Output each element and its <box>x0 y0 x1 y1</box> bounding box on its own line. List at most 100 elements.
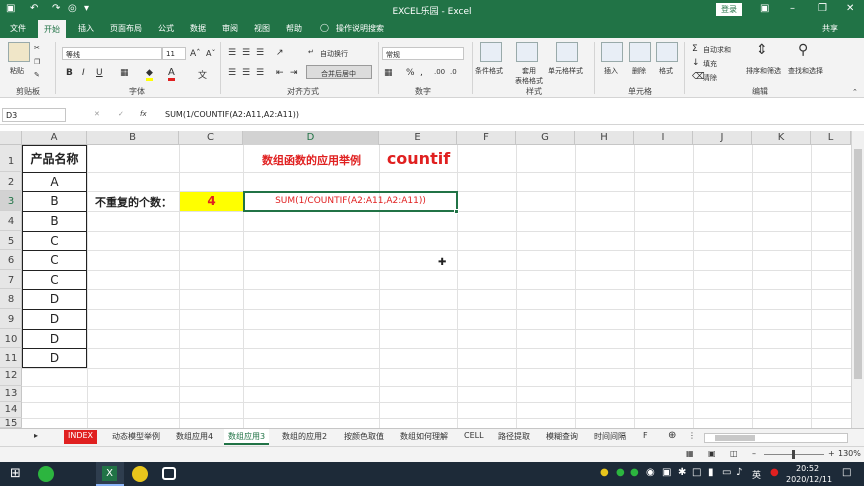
delete-cells-icon[interactable] <box>629 42 651 62</box>
column-header[interactable]: F <box>457 131 516 145</box>
fill-button[interactable]: 填充 <box>703 59 717 69</box>
app-icon[interactable] <box>132 466 148 482</box>
merge-center-box[interactable]: 合并后居中 <box>306 65 372 79</box>
tray-speech-icon[interactable]: ◉ <box>646 467 655 478</box>
zoom-level[interactable]: 130% <box>838 449 861 458</box>
page-break-view-icon[interactable]: ◫ <box>730 449 738 458</box>
format-painter-icon[interactable]: ✎ <box>34 71 40 79</box>
select-all-corner[interactable] <box>0 131 22 145</box>
comma-icon[interactable]: , <box>420 68 423 78</box>
tab-home[interactable]: 开始 <box>38 20 66 38</box>
tab-review[interactable]: 审阅 <box>222 23 238 34</box>
cell-B3[interactable]: 不重复的个数： <box>88 194 179 210</box>
horizontal-scroll-thumb[interactable] <box>715 435 755 441</box>
table-format-icon[interactable] <box>516 42 538 62</box>
sheet-tab[interactable]: 数组如何理解 <box>400 431 448 442</box>
wechat-icon[interactable] <box>38 466 54 482</box>
fill-icon[interactable]: ↓ <box>692 58 700 68</box>
sheet-tab[interactable]: 时间间隔 <box>594 431 626 442</box>
number-format-select[interactable]: 常规 <box>382 47 464 60</box>
cell-C3[interactable]: 4 <box>180 192 243 211</box>
cell-style-button[interactable]: 单元格样式 <box>548 66 583 76</box>
italic-icon[interactable]: I <box>82 68 85 78</box>
increase-indent-icon[interactable]: ⇥ <box>290 68 298 78</box>
align-top-icon[interactable]: ☰ <box>228 48 236 58</box>
sort-filter-button[interactable]: 排序和筛选 <box>746 66 781 76</box>
row-header[interactable]: 11 <box>0 348 22 368</box>
cut-icon[interactable]: ✂ <box>34 44 40 52</box>
wrap-text-button[interactable]: 自动换行 <box>320 49 348 59</box>
column-header[interactable]: E <box>379 131 457 145</box>
vertical-scroll-thumb[interactable] <box>854 149 862 379</box>
zoom-in-icon[interactable]: + <box>828 449 835 458</box>
ribbon-display-icon[interactable]: ▣ <box>760 3 769 14</box>
zoom-out-icon[interactable]: – <box>752 449 756 458</box>
sheet-tabs-split-icon[interactable]: ⋮ <box>688 431 696 440</box>
sheet-grid[interactable]: 产品名称 A B B C C C D D D D 不重复的个数： 4 数组函数的… <box>22 145 851 428</box>
row-header[interactable]: 4 <box>0 211 22 231</box>
column-header[interactable]: L <box>811 131 851 145</box>
cond-format-icon[interactable] <box>480 42 502 62</box>
tray-device-icon[interactable]: ▮ <box>708 467 714 478</box>
column-header[interactable]: A <box>22 131 87 145</box>
underline-icon[interactable]: U <box>96 68 103 78</box>
decrease-indent-icon[interactable]: ⇤ <box>276 68 284 78</box>
font-size-select[interactable]: 11 <box>162 47 186 60</box>
cell-style-icon[interactable] <box>556 42 578 62</box>
column-header[interactable]: I <box>634 131 693 145</box>
tray-display-icon[interactable]: ▭ <box>722 467 731 478</box>
name-box[interactable]: D3 <box>2 108 66 122</box>
ime-indicator[interactable]: 英 <box>752 468 761 481</box>
row-header[interactable]: 15 <box>0 418 22 429</box>
column-header[interactable]: H <box>575 131 634 145</box>
insert-cells-icon[interactable] <box>601 42 623 62</box>
sheet-tab[interactable]: 路径提取 <box>498 431 530 442</box>
clock-time[interactable]: 20:52 <box>796 464 819 473</box>
tab-formulas[interactable]: 公式 <box>158 23 174 34</box>
cell-E1[interactable]: countif <box>380 149 457 168</box>
wrap-text-icon[interactable]: ↵ <box>308 48 314 56</box>
autosum-button[interactable]: 自动求和 <box>703 45 731 55</box>
cell-D3[interactable]: SUM(1/COUNTIF(A2:A11,A2:A11)) <box>245 196 456 206</box>
row-header[interactable]: 2 <box>0 172 22 191</box>
currency-icon[interactable]: ▦ <box>384 68 393 78</box>
cancel-icon[interactable]: ✕ <box>94 110 100 118</box>
merge-center-button[interactable]: 合并后居中 <box>321 69 356 79</box>
fill-color-icon[interactable]: ◆ <box>146 68 153 81</box>
borders-icon[interactable]: ▦ <box>120 68 129 78</box>
tray-network-icon[interactable]: □ <box>692 467 701 478</box>
sort-filter-icon[interactable]: ⇕ <box>756 42 768 58</box>
maximize-icon[interactable]: ❐ <box>818 3 827 14</box>
clock-date[interactable]: 2020/12/11 <box>786 475 832 484</box>
sheet-tab[interactable]: F <box>643 431 648 440</box>
tab-data[interactable]: 数据 <box>190 23 206 34</box>
camera-app-icon[interactable] <box>162 467 176 480</box>
sheet-tab[interactable]: 动态模型举例 <box>112 431 160 442</box>
insert-function-icon[interactable]: fx <box>140 110 147 118</box>
cond-format-button[interactable]: 条件格式 <box>475 66 503 76</box>
column-header[interactable]: G <box>516 131 575 145</box>
row-header[interactable]: 12 <box>0 368 22 386</box>
horizontal-scrollbar[interactable] <box>704 433 848 443</box>
insert-cells-button[interactable]: 插入 <box>604 66 618 76</box>
active-cell-D3[interactable]: SUM(1/COUNTIF(A2:A11,A2:A11)) <box>243 191 458 212</box>
tab-view[interactable]: 视图 <box>254 23 270 34</box>
cell-A5[interactable]: C <box>22 234 87 248</box>
fill-handle[interactable] <box>454 209 459 214</box>
table-format-button[interactable]: 套用 表格格式 <box>514 66 544 86</box>
windows-start-icon[interactable]: ⊞ <box>10 466 21 481</box>
normal-view-icon[interactable]: ▦ <box>686 449 694 458</box>
autosum-icon[interactable]: Σ <box>692 44 698 54</box>
column-header[interactable]: K <box>752 131 811 145</box>
align-center-icon[interactable]: ☰ <box>242 68 250 78</box>
paste-icon[interactable] <box>8 42 30 62</box>
font-color-icon[interactable]: A <box>168 67 175 81</box>
tray-bluetooth-icon[interactable]: ✱ <box>678 467 686 478</box>
sheet-tab[interactable]: 按颜色取值 <box>344 431 384 442</box>
minimize-icon[interactable]: – <box>790 3 795 14</box>
align-right-icon[interactable]: ☰ <box>256 68 264 78</box>
share-button[interactable]: 共享 <box>822 23 838 34</box>
copy-icon[interactable]: ❐ <box>34 58 40 66</box>
enter-icon[interactable]: ✓ <box>118 110 124 118</box>
row-header[interactable]: 1 <box>0 145 22 172</box>
